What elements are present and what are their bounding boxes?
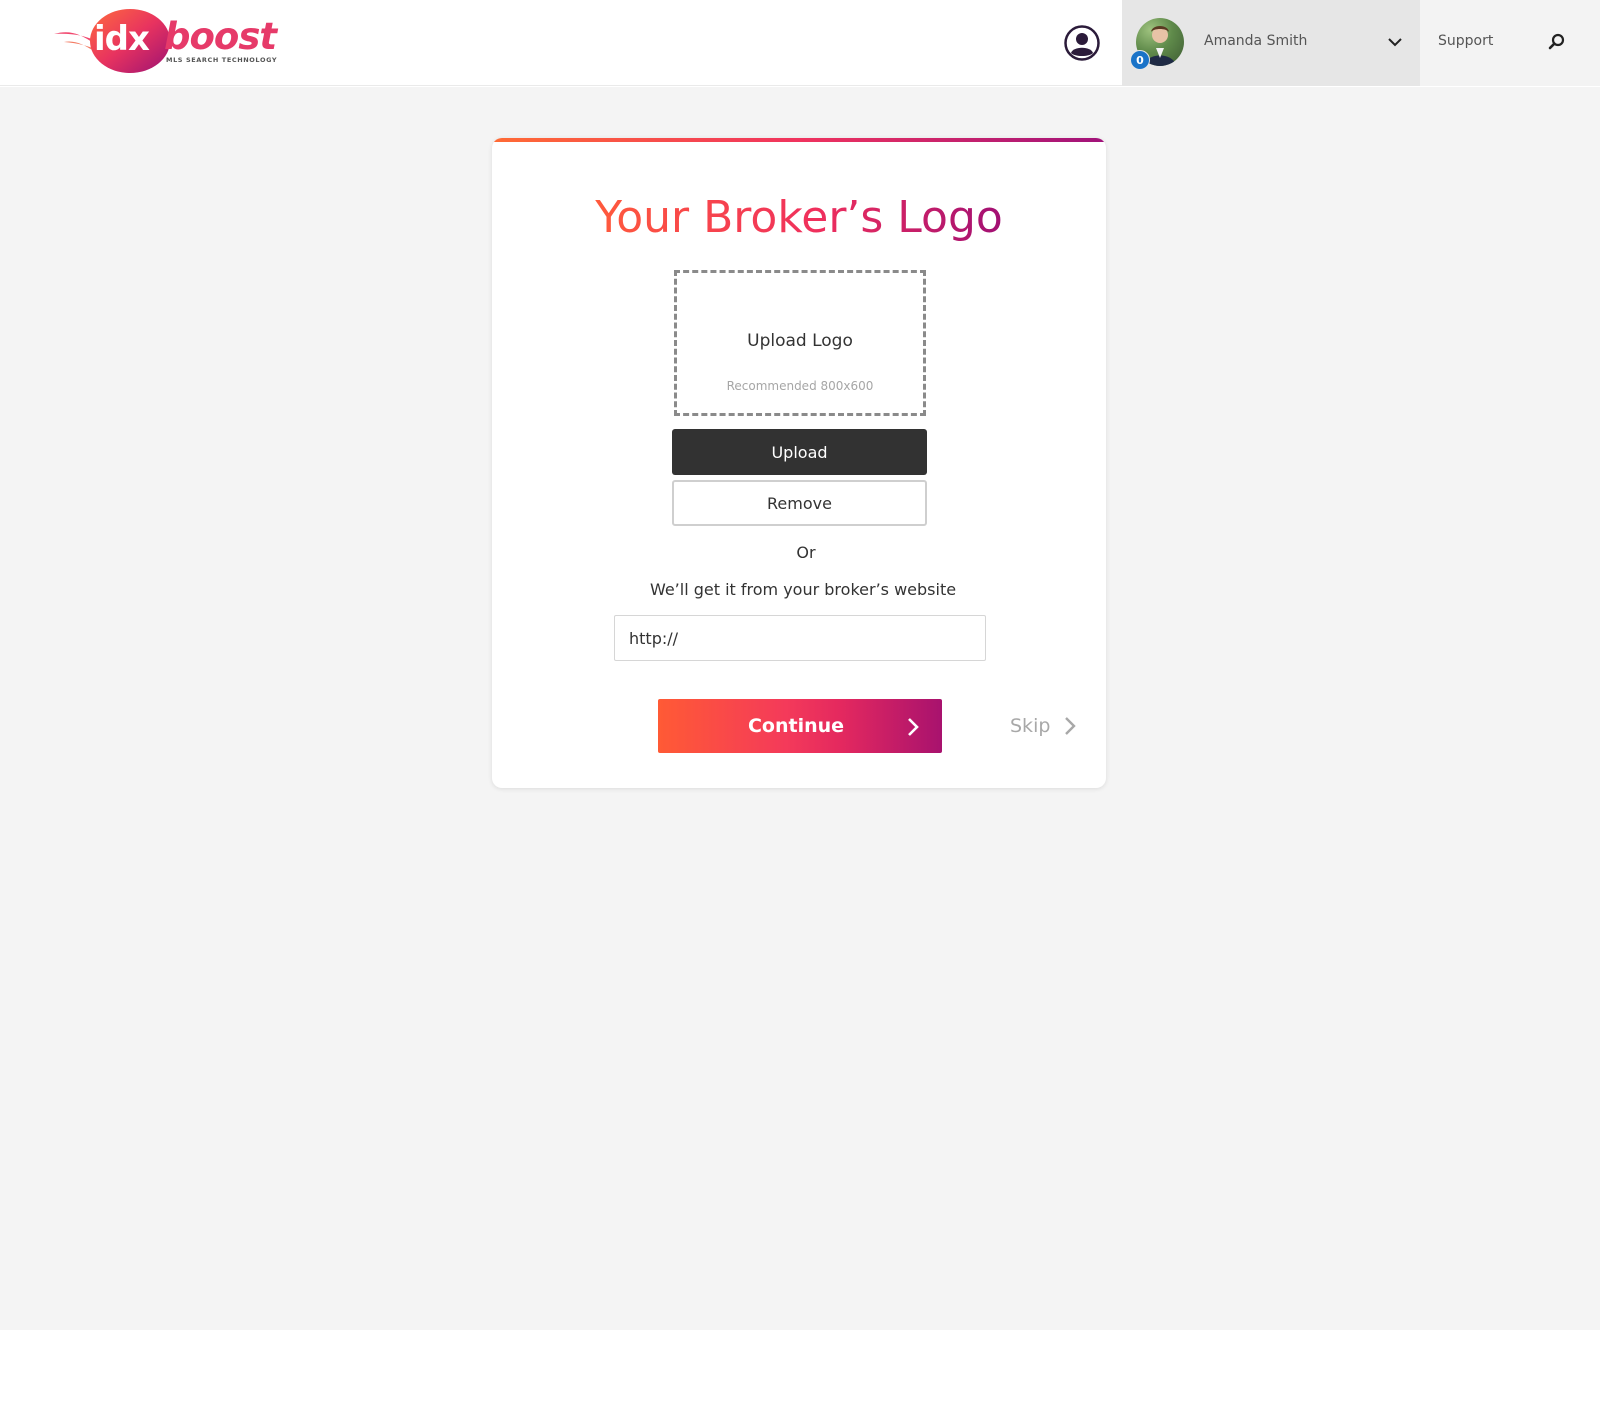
website-prompt: We’ll get it from your broker’s website xyxy=(649,580,957,599)
user-menu[interactable]: 0 Amanda Smith xyxy=(1122,0,1420,86)
remove-button[interactable]: Remove xyxy=(672,480,927,526)
upload-button[interactable]: Upload xyxy=(672,429,927,475)
logo-idx-text: idx xyxy=(94,19,150,59)
search-icon[interactable] xyxy=(1548,33,1566,51)
card-accent-bar xyxy=(492,138,1106,142)
top-header: idx boost MLS SEARCH TECHNOLOGY 0 Amanda… xyxy=(0,0,1600,86)
logo-dropzone[interactable]: Upload Logo Recommended 800x600 xyxy=(674,270,926,416)
dropzone-label: Upload Logo xyxy=(747,331,853,351)
account-circle-icon[interactable] xyxy=(1064,25,1100,61)
skip-label: Skip xyxy=(1010,715,1051,737)
chevron-right-icon xyxy=(1065,717,1077,735)
page-title: Your Broker’s Logo xyxy=(595,192,1003,243)
idxboost-logo[interactable]: idx boost MLS SEARCH TECHNOLOGY xyxy=(52,8,287,76)
chevron-right-icon xyxy=(908,718,919,736)
notification-badge: 0 xyxy=(1130,50,1150,70)
support-area: Support xyxy=(1420,0,1600,86)
continue-button[interactable]: Continue xyxy=(658,699,942,753)
logo-tagline: MLS SEARCH TECHNOLOGY xyxy=(166,56,278,64)
skip-link[interactable]: Skip xyxy=(1010,712,1077,740)
broker-website-input[interactable] xyxy=(614,615,986,661)
logo-boost-text: boost xyxy=(164,15,277,58)
dropzone-hint: Recommended 800x600 xyxy=(726,379,874,393)
continue-label: Continue xyxy=(747,715,845,737)
broker-logo-card: Your Broker’s Logo Upload Logo Recommend… xyxy=(492,138,1106,788)
or-divider-text: Or xyxy=(796,543,816,562)
support-link[interactable]: Support xyxy=(1438,33,1493,49)
user-name: Amanda Smith xyxy=(1204,33,1308,49)
chevron-down-icon[interactable] xyxy=(1387,34,1403,50)
